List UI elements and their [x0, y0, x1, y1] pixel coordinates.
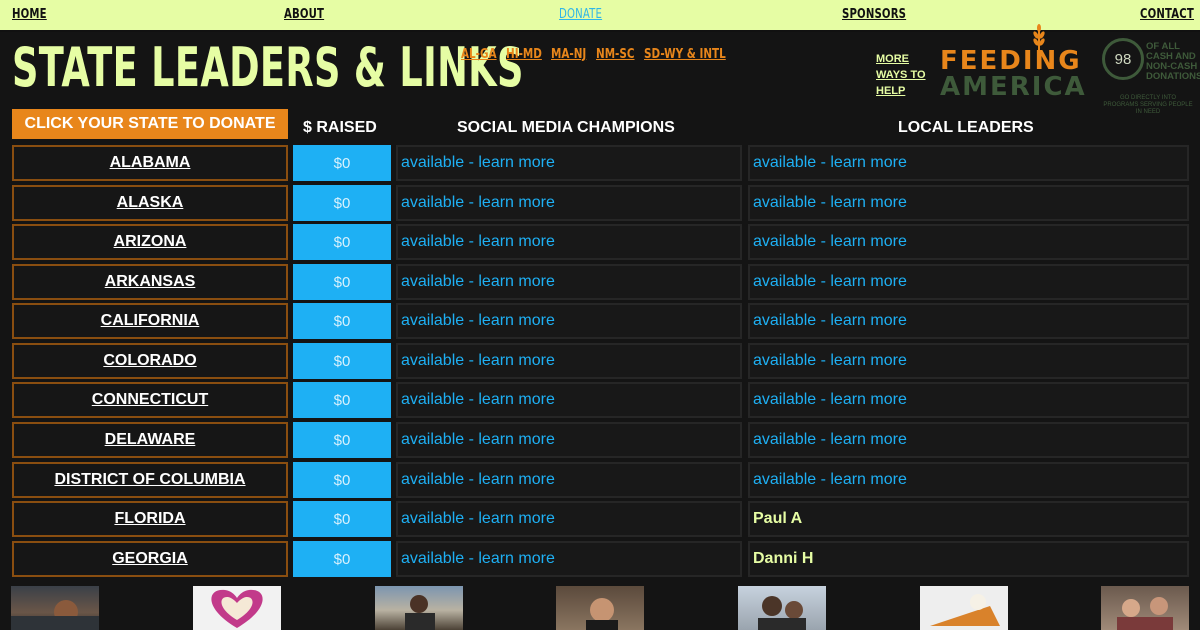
state-link[interactable]: COLORADO [12, 343, 288, 379]
person-photo-icon [11, 600, 99, 630]
person-photo-icon [758, 596, 806, 630]
social-champion-cell[interactable]: available - learn more [396, 303, 742, 339]
table-row: ALASKA $0 available - learn more availab… [12, 185, 1189, 221]
page-title: STATE LEADERS & LINKS [12, 36, 524, 99]
state-link[interactable]: ARIZONA [12, 224, 288, 260]
nav-donate[interactable]: DONATE [559, 7, 602, 22]
state-link[interactable]: DISTRICT OF COLUMBIA [12, 462, 288, 498]
local-leader-cell[interactable]: available - learn more [748, 462, 1189, 498]
photo-thumbnail[interactable] [1101, 586, 1189, 630]
raised-amount: $0 [293, 224, 391, 260]
range-link-ma-nj[interactable]: MA-NJ [551, 47, 586, 62]
state-link[interactable]: ALASKA [12, 185, 288, 221]
social-champion-cell[interactable]: available - learn more [396, 224, 742, 260]
local-leader-cell[interactable]: available - learn more [748, 264, 1189, 300]
state-link[interactable]: CONNECTICUT [12, 382, 288, 418]
social-champion-cell[interactable]: available - learn more [396, 382, 742, 418]
table-row: ARIZONA $0 available - learn more availa… [12, 224, 1189, 260]
badge-fine-print: GO DIRECTLY INTO PROGRAMS SERVING PEOPLE… [1103, 95, 1193, 115]
percent-badge: 98 [1102, 38, 1144, 80]
state-link[interactable]: DELAWARE [12, 422, 288, 458]
click-state-donate-button[interactable]: CLICK YOUR STATE TO DONATE [12, 109, 288, 139]
local-leader-cell[interactable]: available - learn more [748, 224, 1189, 260]
state-link[interactable]: GEORGIA [12, 541, 288, 577]
range-link-al-ga[interactable]: AL-GA [461, 47, 497, 62]
state-link[interactable]: FLORIDA [12, 501, 288, 537]
raised-amount: $0 [293, 541, 391, 577]
logo-text-america: AMERICA [940, 72, 1087, 102]
range-link-nm-sc[interactable]: NM-SC [596, 47, 635, 62]
local-leader-cell[interactable]: available - learn more [748, 145, 1189, 181]
social-champion-cell[interactable]: available - learn more [396, 343, 742, 379]
raised-amount: $0 [293, 264, 391, 300]
raised-amount: $0 [293, 185, 391, 221]
raised-amount: $0 [293, 343, 391, 379]
photo-thumbnail[interactable] [556, 586, 644, 630]
raised-amount: $0 [293, 145, 391, 181]
social-champion-cell[interactable]: available - learn more [396, 501, 742, 537]
column-header-local: LOCAL LEADERS [898, 119, 1034, 136]
raised-amount: $0 [293, 462, 391, 498]
photo-thumbnail[interactable] [375, 586, 463, 630]
table-row: CONNECTICUT $0 available - learn more av… [12, 382, 1189, 418]
raised-amount: $0 [293, 303, 391, 339]
state-link[interactable]: CALIFORNIA [12, 303, 288, 339]
social-champion-cell[interactable]: available - learn more [396, 264, 742, 300]
badge-note: OF ALL CASH AND NON-CASH DONATIONS [1146, 41, 1200, 82]
raised-amount: $0 [293, 382, 391, 418]
nav-sponsors[interactable]: SPONSORS [842, 7, 906, 22]
raised-amount: $0 [293, 501, 391, 537]
person-photo-icon [405, 595, 435, 630]
social-champion-cell[interactable]: available - learn more [396, 145, 742, 181]
local-leader-cell[interactable]: available - learn more [748, 185, 1189, 221]
table-row: FLORIDA $0 available - learn more Paul A [12, 501, 1189, 537]
social-champion-cell[interactable]: available - learn more [396, 185, 742, 221]
photo-thumbnail[interactable] [738, 586, 826, 630]
local-leader-cell[interactable]: Paul A [748, 501, 1189, 537]
feeding-america-logo[interactable]: FEEDING AMERICA [940, 24, 1100, 104]
table-row: ALABAMA $0 available - learn more availa… [12, 145, 1189, 181]
column-header-social: SOCIAL MEDIA CHAMPIONS [457, 119, 675, 136]
pie-slice-icon [930, 594, 1000, 626]
photo-thumbnail[interactable] [11, 586, 99, 630]
person-photo-icon [586, 598, 618, 630]
local-leader-cell[interactable]: available - learn more [748, 303, 1189, 339]
range-link-sd-wy-intl[interactable]: SD-WY & INTL [644, 47, 726, 62]
person-photo-icon [1117, 597, 1173, 630]
state-range-links: AL-GA HI-MD MA-NJ NM-SC SD-WY & INTL [461, 45, 743, 63]
local-leader-cell[interactable]: Danni H [748, 541, 1189, 577]
table-row: ARKANSAS $0 available - learn more avail… [12, 264, 1189, 300]
local-leader-cell[interactable]: available - learn more [748, 422, 1189, 458]
state-link[interactable]: ALABAMA [12, 145, 288, 181]
table-row: DISTRICT OF COLUMBIA $0 available - lear… [12, 462, 1189, 498]
nav-about[interactable]: ABOUT [284, 7, 324, 22]
nav-contact[interactable]: CONTACT [1140, 7, 1194, 22]
more-ways-to-help-link[interactable]: MORE WAYS TO HELP [876, 51, 936, 99]
table-row: GEORGIA $0 available - learn more Danni … [12, 541, 1189, 577]
nav-home[interactable]: HOME [12, 7, 47, 22]
column-header-raised: $ RAISED [303, 119, 377, 136]
table-row: COLORADO $0 available - learn more avail… [12, 343, 1189, 379]
photo-thumbnail[interactable] [920, 586, 1008, 630]
social-champion-cell[interactable]: available - learn more [396, 462, 742, 498]
raised-amount: $0 [293, 422, 391, 458]
photo-thumbnail[interactable] [193, 586, 281, 630]
table-row: CALIFORNIA $0 available - learn more ava… [12, 303, 1189, 339]
heart-cookie-icon [211, 589, 263, 628]
state-link[interactable]: ARKANSAS [12, 264, 288, 300]
table-row: DELAWARE $0 available - learn more avail… [12, 422, 1189, 458]
range-link-hi-md[interactable]: HI-MD [506, 47, 542, 62]
social-champion-cell[interactable]: available - learn more [396, 541, 742, 577]
local-leader-cell[interactable]: available - learn more [748, 382, 1189, 418]
social-champion-cell[interactable]: available - learn more [396, 422, 742, 458]
local-leader-cell[interactable]: available - learn more [748, 343, 1189, 379]
